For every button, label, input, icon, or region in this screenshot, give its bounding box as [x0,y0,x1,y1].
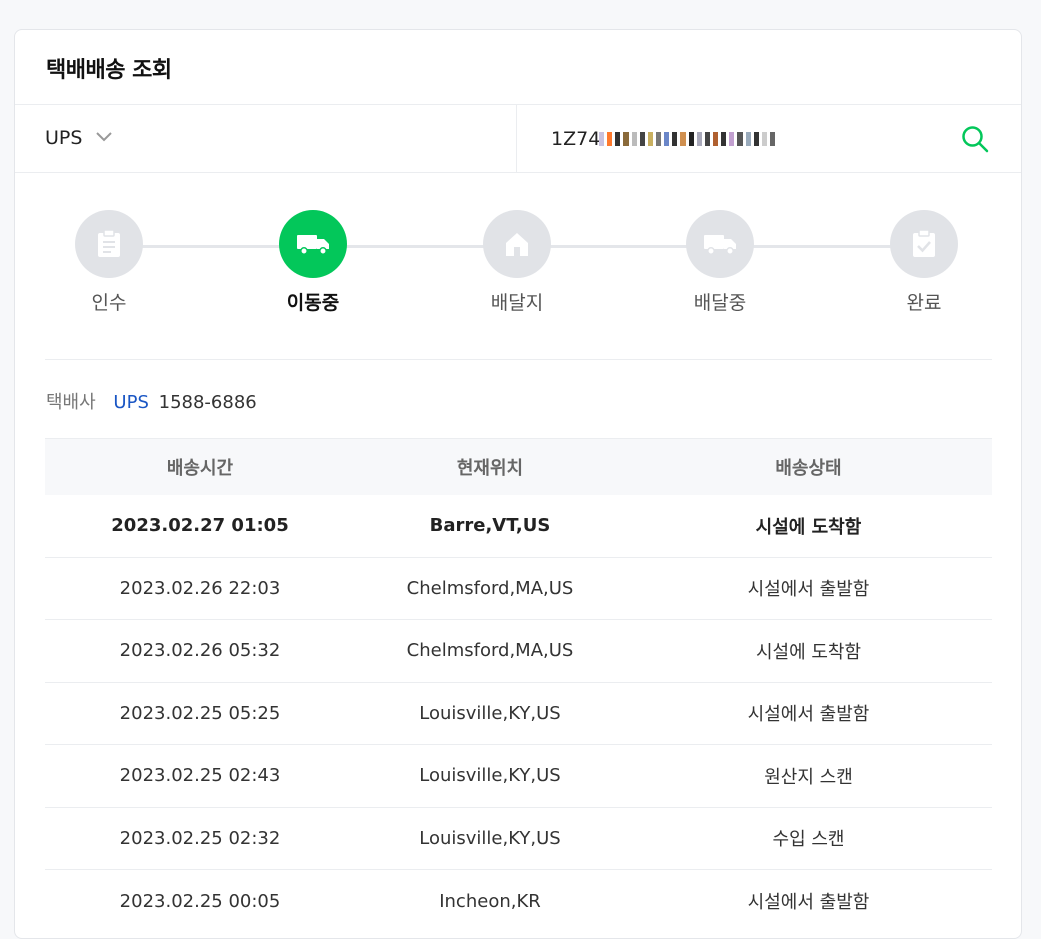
step-destination-circle [483,210,551,278]
document-icon [98,230,120,257]
header-location: 현재위치 [355,438,625,495]
courier-phone: 1588-6886 [158,392,257,413]
row-status: 시설에 도착함 [625,619,992,682]
section-divider [45,359,992,360]
row-time: 2023.02.25 00:05 [45,869,355,932]
table-header-row: 배송시간 현재위치 배송상태 [45,438,992,495]
row-time: 2023.02.27 01:05 [111,515,289,536]
house-icon [506,233,528,256]
row-location: Louisville,KY,US [355,744,625,807]
row-location: Incheon,KR [355,869,625,932]
truck-icon [297,235,329,255]
row-location: Barre,VT,US [429,515,551,536]
row-status: 시설에서 출발함 [625,681,992,745]
row-location: Louisville,KY,US [355,681,625,745]
page-title: 택배배송 조회 [46,58,172,83]
row-time: 2023.02.25 02:32 [45,806,355,870]
row-time: 2023.02.26 22:03 [45,556,355,620]
row-status: 시설에 도착함 [755,516,862,538]
delivery-progress: 인수 이동중 배달지 배달중 완료 [15,210,1021,320]
delivery-truck-icon [704,235,736,255]
courier-name-link[interactable]: UPS [113,392,148,413]
search-row: UPS [15,104,1021,173]
table-row: 2023.02.25 00:05 Incheon,KR 시설에서 출발함 [45,869,992,932]
chevron-down-icon [96,132,112,142]
step-label: 완료 [906,292,942,314]
step-label: 배달중 [693,292,747,314]
table-row: 2023.02.27 01:05 Barre,VT,US 시설에 도착함 [45,495,992,558]
table-row: 2023.02.25 05:25 Louisville,KY,US 시설에서 출… [45,681,992,745]
step-received: 인수 [39,210,179,315]
row-status: 시설에서 출발함 [625,556,992,620]
courier-label: 택배사 [46,392,96,413]
row-location: Chelmsford,MA,US [355,556,625,620]
row-time: 2023.02.25 05:25 [45,681,355,745]
row-status: 원산지 스캔 [625,744,992,807]
delivery-tracking-card: 택배배송 조회 UPS 1Z74 인수 이동중 배달지 배달중 완료 택배사 U… [14,29,1022,939]
carrier-selected-value: UPS [45,127,83,149]
table-row: 2023.02.25 02:32 Louisville,KY,US 수입 스캔 [45,806,992,870]
row-time: 2023.02.26 05:32 [45,619,355,682]
header-status: 배송상태 [625,438,992,495]
row-status: 수입 스캔 [625,806,992,870]
step-in-transit-circle [279,210,347,278]
row-location: Louisville,KY,US [355,806,625,870]
step-label: 이동중 [286,292,340,314]
courier-info: 택배사 UPS 1588-6886 [46,388,257,414]
carrier-dropdown[interactable]: UPS [15,105,517,172]
redacted-tracking-digits [599,129,776,149]
step-completed-circle [890,210,958,278]
step-completed: 완료 [854,210,994,315]
checklist-icon [913,230,935,257]
step-received-circle [75,210,143,278]
table-row: 2023.02.26 05:32 Chelmsford,MA,US 시설에 도착… [45,619,992,682]
table-row: 2023.02.26 22:03 Chelmsford,MA,US 시설에서 출… [45,556,992,620]
row-status: 시설에서 출발함 [625,869,992,932]
step-in-transit: 이동중 [243,210,383,315]
table-row: 2023.02.25 02:43 Louisville,KY,US 원산지 스캔 [45,744,992,807]
row-time: 2023.02.25 02:43 [45,744,355,807]
header-time: 배송시간 [45,438,355,495]
step-label: 배달지 [490,292,544,314]
row-location: Chelmsford,MA,US [355,619,625,682]
search-icon[interactable] [959,123,991,155]
step-label: 인수 [91,292,127,314]
step-out-for-delivery: 배달중 [650,210,790,315]
tracking-history-table: 배송시간 현재위치 배송상태 2023.02.27 01:05 Barre,VT… [45,438,992,932]
step-out-for-delivery-circle [686,210,754,278]
step-destination: 배달지 [447,210,587,315]
